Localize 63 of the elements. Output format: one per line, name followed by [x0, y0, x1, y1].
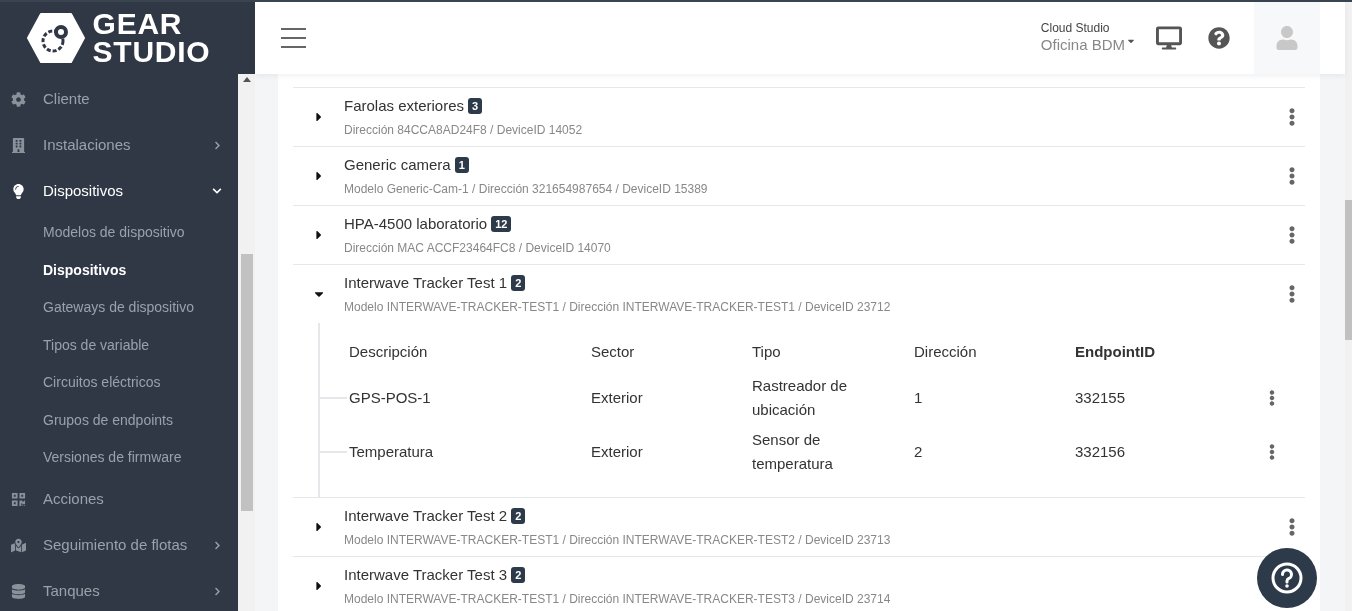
table-cell-text: Exterior [591, 442, 644, 462]
table-cell-text: 1 [914, 388, 924, 408]
sidebar-subitem[interactable]: Modelos de dispositivo [0, 214, 238, 252]
device-details: Modelo INTERWAVE-TRACKER-TEST1 / Dirección INTERWAVE-TRACKER-TEST1 / DeviceID 23712 [344, 299, 892, 317]
qr-code-icon [11, 492, 26, 507]
sidebar-item[interactable]: Tanques [0, 568, 238, 611]
count-badge: 12 [491, 216, 512, 232]
column-header[interactable]: Dirección [914, 340, 1075, 364]
table-cell-text: Exterior [591, 388, 644, 408]
device-details: Dirección 84CCA8AD24F8 / DeviceID 14052 [344, 122, 584, 140]
device-name[interactable]: HPA-4500 laboratorio [344, 212, 488, 236]
sidebar-item[interactable]: Dispositivos [0, 168, 238, 214]
count-badge: 2 [511, 275, 526, 291]
sidebar-subitem[interactable]: Grupos de endpoints [0, 401, 238, 439]
table-cell-text: GPS-POS-1 [349, 388, 432, 408]
column-header[interactable]: EndpointID [1075, 340, 1265, 364]
count-badge: 2 [511, 508, 526, 524]
device-details: Modelo INTERWAVE-TRACKER-TEST1 / Dirección INTERWAVE-TRACKER-TEST3 / DeviceID 23714 [344, 591, 892, 609]
help-icon[interactable] [1208, 27, 1230, 49]
logo-text: STUDIO [92, 38, 211, 66]
sidebar-subitem[interactable]: Dispositivos [0, 251, 238, 289]
sidebar-subitem[interactable]: Gateways de dispositivo [0, 289, 238, 327]
device-name[interactable]: Generic camera [344, 153, 451, 177]
column-header[interactable]: Tipo [752, 340, 914, 364]
help-icon [1271, 562, 1303, 594]
table-cell-text: 332156 [1075, 442, 1127, 462]
gear-icon [11, 91, 26, 107]
device-name[interactable]: Farolas exteriores [344, 94, 465, 118]
map-marker-icon [11, 538, 26, 553]
device-name[interactable]: Interwave Tracker Test 3 [344, 563, 508, 587]
sidebar-item[interactable]: Acciones [0, 476, 238, 523]
menu-icon[interactable] [281, 28, 306, 48]
table-cell-text: Rastreador de ubicación [752, 376, 849, 420]
device-details: Modelo INTERWAVE-TRACKER-TEST1 / Dirección INTERWAVE-TRACKER-TEST2 / DeviceID 23713 [344, 532, 892, 550]
lightbulb-icon [11, 183, 26, 199]
device-name[interactable]: Interwave Tracker Test 2 [344, 504, 508, 528]
table-cell-text: Temperatura [349, 442, 435, 462]
table-cell-text: 2 [914, 442, 924, 462]
table-cell-text: Sensor de temperatura [752, 430, 834, 474]
scrollbar[interactable] [238, 74, 255, 611]
sidebar-item[interactable]: Instalaciones [0, 122, 238, 168]
count-badge: 2 [511, 567, 526, 583]
gear-hexagon-icon [26, 13, 85, 63]
device-details: Modelo Generic-Cam-1 / Dirección 321654987654 / DeviceID 15389 [344, 181, 709, 199]
column-header[interactable]: Descripción [349, 340, 591, 364]
sidebar-item[interactable]: Seguimiento de flotas [0, 522, 238, 569]
logo-text: GEAR [92, 10, 184, 38]
monitor-icon[interactable] [1156, 26, 1182, 50]
user-icon [1275, 26, 1299, 50]
sidebar-subitem[interactable]: Tipos de variable [0, 326, 238, 364]
device-name[interactable]: Interwave Tracker Test 1 [344, 271, 508, 295]
sidebar-subitem[interactable]: Circuitos eléctricos [0, 364, 238, 402]
scrollbar[interactable] [1345, 2, 1352, 611]
sidebar-subitem[interactable]: Versiones de firmware [0, 439, 238, 477]
count-badge: 1 [454, 157, 469, 173]
device-details: Dirección MAC ACCF23464FC8 / DeviceID 14070 [344, 240, 612, 258]
organization-selector[interactable]: Cloud Studio Oficina BDM [1040, 21, 1136, 55]
building-icon [11, 137, 26, 153]
table-cell-text: 332155 [1075, 388, 1127, 408]
database-icon [11, 584, 26, 599]
count-badge: 3 [468, 98, 483, 114]
column-header[interactable]: Sector [591, 340, 752, 364]
sidebar-item[interactable]: Cliente [0, 76, 238, 122]
